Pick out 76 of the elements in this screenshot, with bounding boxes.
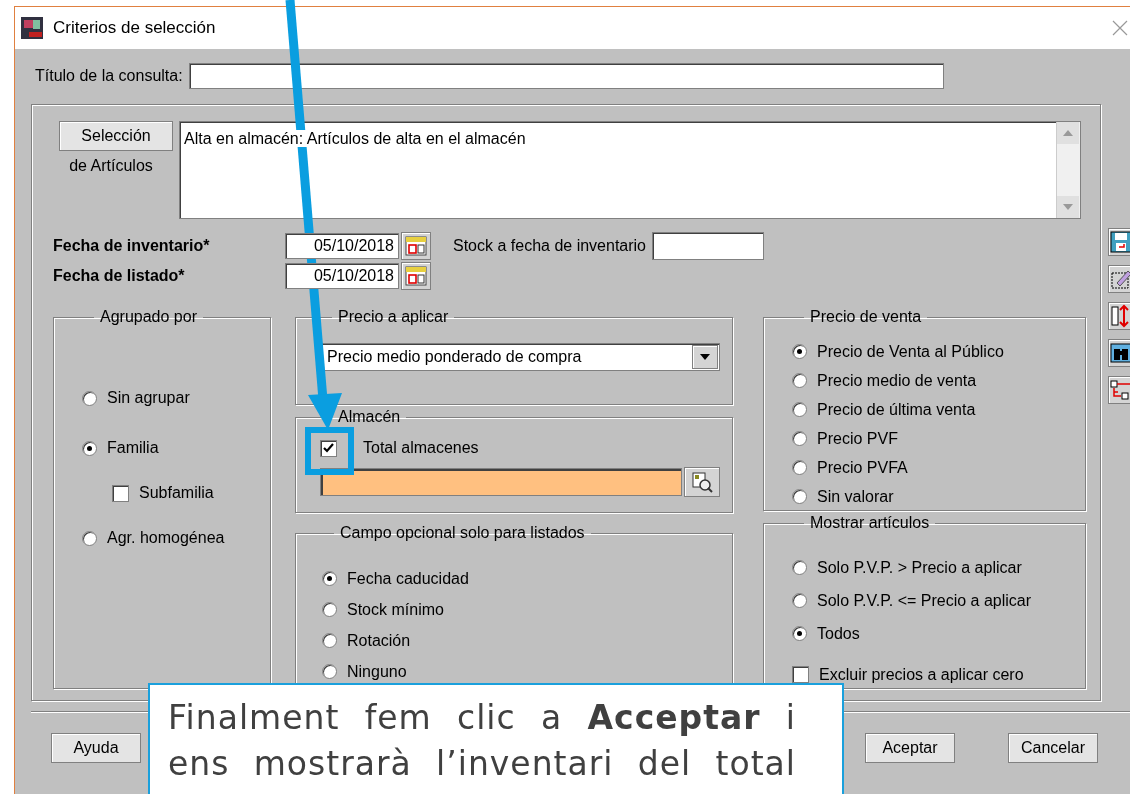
radio-button[interactable] (792, 560, 807, 575)
option-label: Familia (107, 438, 159, 458)
dialog-button[interactable]: Cancelar (1008, 733, 1098, 763)
option-label: Ninguno (347, 661, 407, 682)
tree-icon (1109, 378, 1130, 402)
radio-button[interactable] (792, 344, 807, 359)
option-label: Todos (817, 623, 860, 644)
warehouse-field[interactable] (320, 468, 682, 496)
calendar-button[interactable] (401, 232, 431, 260)
radio-button[interactable] (322, 664, 337, 679)
option-label: Total almacenes (363, 438, 479, 458)
option-label: Precio de última venta (817, 399, 976, 420)
date-label: Fecha de inventario* (53, 236, 211, 256)
dropdown-value: Precio medio ponderado de compra (327, 347, 582, 367)
stock-date-field[interactable] (652, 232, 764, 260)
date-field[interactable]: 05/10/2018 (285, 263, 399, 289)
toolbar-button[interactable] (1108, 265, 1130, 293)
option-label: Precio medio de venta (817, 370, 977, 391)
option-label: Subfamilia (139, 483, 214, 503)
magnifier-icon (691, 471, 713, 493)
option-label: Solo P.V.P. <= Precio a aplicar (817, 590, 1032, 611)
radio-button[interactable] (792, 431, 807, 446)
radio-button[interactable] (792, 593, 807, 608)
radio-button[interactable] (792, 489, 807, 504)
toolbar-button[interactable] (1108, 228, 1130, 256)
app-icon (21, 17, 43, 39)
radio-button[interactable] (792, 626, 807, 641)
group-title: Campo opcional solo para listados (339, 523, 586, 543)
calendar-button[interactable] (401, 262, 431, 290)
selection-button[interactable]: Selección (59, 121, 173, 151)
radio-button[interactable] (82, 390, 97, 406)
option-label: Agr. homogénea (107, 528, 225, 548)
group-title: Agrupado por (99, 307, 198, 327)
calendar-icon (403, 234, 429, 258)
checkbox[interactable] (792, 666, 809, 683)
group-title: Precio a aplicar (337, 307, 450, 327)
group-title: Mostrar artículos (809, 513, 931, 533)
window-title: Criterios de selección (53, 17, 216, 40)
option-label: Excluir precios a aplicar cero (819, 664, 1024, 685)
field-label: Stock a fecha de inventario (453, 236, 646, 256)
dialog-button[interactable]: Ayuda (51, 733, 141, 763)
radio-button[interactable] (792, 460, 807, 475)
option-label: Precio PVFA (817, 457, 908, 478)
highlight-frame (305, 427, 354, 475)
option-label: Stock mínimo (347, 599, 444, 620)
checkbox[interactable] (320, 439, 337, 457)
criteria-text: Alta en almacén: Artículos de alta en el almacén (184, 130, 526, 147)
close-icon[interactable] (1112, 20, 1128, 36)
option-label: Sin valorar (817, 486, 894, 507)
criteria-box[interactable]: Alta en almacén: Artículos de alta en el almacén (179, 121, 1081, 219)
option-label: Precio PVF (817, 428, 898, 449)
radio-button[interactable] (792, 402, 807, 417)
callout-text: Finalment fem clic a Acceptar i ens mostrarà l’inventari del total (148, 683, 844, 794)
calendar-icon (403, 264, 429, 288)
vertical-arrows-icon (1109, 304, 1130, 328)
option-label: Rotación (347, 630, 411, 651)
option-label: Solo P.V.P. > Precio a aplicar (817, 557, 1022, 578)
option-label: Precio de Venta al Público (817, 341, 1004, 362)
option-label: Fecha caducidad (347, 568, 469, 589)
group-title: Almacén (337, 407, 402, 427)
radio-button[interactable] (322, 571, 337, 586)
date-label: Fecha de listado* (53, 266, 186, 286)
date-field[interactable]: 05/10/2018 (285, 233, 399, 259)
option-label: Sin agrupar (107, 388, 190, 408)
floppy-icon (1109, 230, 1130, 254)
query-title-field[interactable] (188, 63, 944, 89)
field-label: Título de la consulta: (35, 66, 183, 86)
price-dropdown[interactable]: Precio medio ponderado de compra (320, 343, 720, 371)
group-title: Precio de venta (809, 307, 923, 327)
dialog-button[interactable]: Aceptar (865, 733, 955, 763)
radio-button[interactable] (322, 633, 337, 648)
radio-button[interactable] (792, 373, 807, 388)
selection-caption: de Artículos (68, 156, 154, 176)
radio-button[interactable] (322, 602, 337, 617)
browse-button[interactable] (684, 467, 720, 497)
checkbox[interactable] (112, 484, 129, 502)
